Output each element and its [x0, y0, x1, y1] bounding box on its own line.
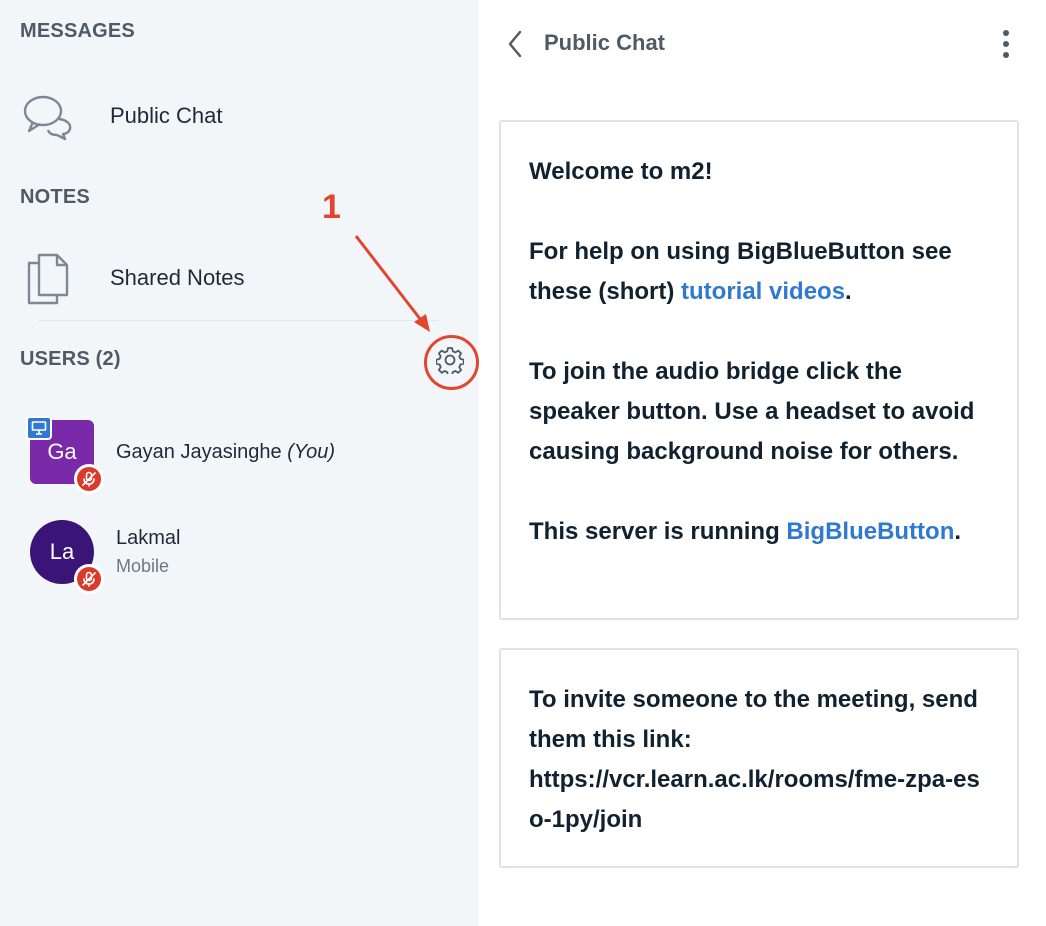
annotation-highlight-circle	[424, 335, 479, 390]
help-line: For help on using BigBlueButton see thes…	[529, 238, 952, 305]
user-row[interactable]: Ga Gayan Jayasinghe (You)	[26, 416, 335, 494]
documents-icon	[18, 248, 78, 308]
you-label: (You)	[287, 440, 336, 463]
chat-options-button[interactable]	[994, 26, 1018, 62]
messages-section-title: MESSAGES	[20, 20, 135, 42]
muted-microphone-icon	[74, 464, 104, 494]
annotation-arrow	[354, 235, 430, 332]
welcome-line: Welcome to m2!	[529, 158, 713, 185]
sidebar-item-shared-notes[interactable]: Shared Notes	[18, 248, 245, 308]
user-name: Gayan Jayasinghe (You)	[116, 441, 335, 464]
tutorial-videos-link[interactable]: tutorial videos	[681, 278, 845, 305]
audio-instructions: To join the audio bridge click the speak…	[529, 358, 975, 465]
user-name-text: Gayan Jayasinghe	[116, 440, 282, 463]
invite-text: To invite someone to the meeting, send t…	[529, 686, 978, 753]
shared-notes-label: Shared Notes	[110, 265, 245, 290]
avatar: La	[30, 520, 104, 594]
muted-microphone-icon	[74, 564, 104, 594]
notes-section-title: NOTES	[20, 186, 90, 208]
invite-link[interactable]: https://vcr.learn.ac.lk/rooms/fme-zpa-es…	[529, 760, 989, 840]
user-name-text: Lakmal	[116, 527, 181, 549]
presenter-icon	[26, 416, 52, 440]
server-line: This server is running BigBlueButton.	[529, 518, 962, 545]
chevron-left-icon	[508, 30, 522, 58]
more-vertical-icon	[1003, 30, 1009, 36]
invite-message: To invite someone to the meeting, send t…	[499, 648, 1019, 868]
public-chat-label: Public Chat	[110, 103, 223, 128]
back-button[interactable]	[504, 28, 528, 60]
chat-header: Public Chat	[478, 0, 1046, 86]
meeting-name: m2	[669, 158, 705, 185]
chat-bubbles-icon	[18, 86, 78, 146]
sidebar-item-public-chat[interactable]: Public Chat	[18, 86, 223, 146]
welcome-message: Welcome to m2! For help on using BigBlue…	[499, 120, 1019, 620]
user-client-label: Mobile	[116, 556, 170, 576]
user-list-panel: MESSAGES Public Chat NOTES Shared Notes …	[0, 0, 479, 926]
user-row[interactable]: La Lakmal Mobile	[30, 520, 181, 594]
avatar-initials: Ga	[47, 439, 77, 464]
avatar: Ga	[26, 416, 104, 494]
bigbluebutton-link[interactable]: BigBlueButton	[786, 518, 954, 545]
annotation-number: 1	[322, 188, 341, 226]
users-section-title: USERS (2)	[20, 348, 121, 370]
chat-title: Public Chat	[544, 30, 666, 55]
avatar-initials: La	[49, 539, 75, 564]
